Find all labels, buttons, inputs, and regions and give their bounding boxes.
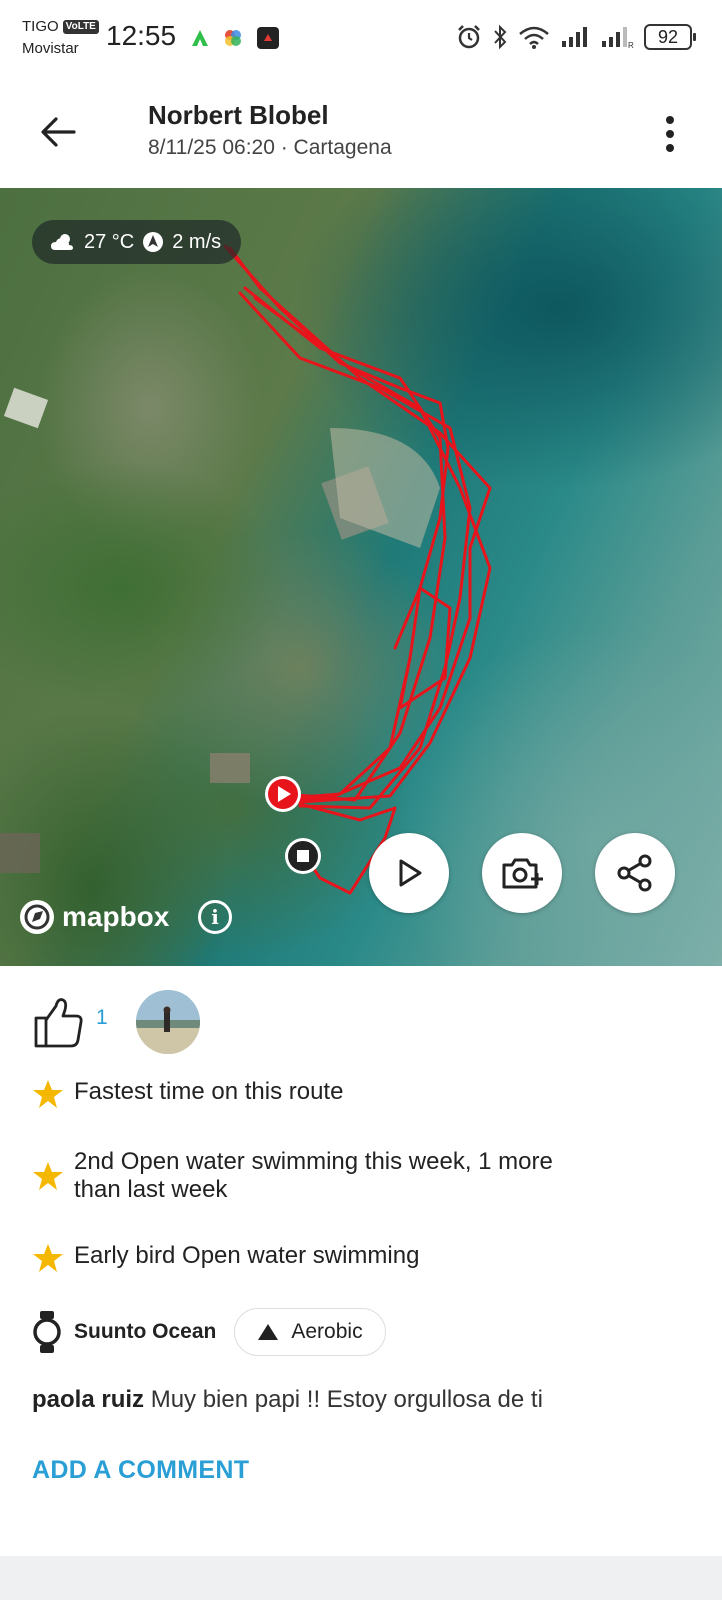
comment-text: Muy bien papi !! Estoy orgullosa de ti xyxy=(150,1386,543,1413)
system-icons: R 92 xyxy=(456,24,696,50)
achievement-text: Fastest time on this route xyxy=(74,1078,344,1105)
back-button[interactable] xyxy=(34,108,82,156)
more-options-button[interactable] xyxy=(658,110,682,158)
watch-icon xyxy=(33,1311,61,1353)
camera-plus-icon xyxy=(502,858,543,889)
play-route-button[interactable] xyxy=(369,833,449,913)
youtube-notification-icon xyxy=(257,27,279,49)
avatar[interactable] xyxy=(136,990,200,1054)
workout-details: 1 Fastest time on this route 2nd Open wa… xyxy=(0,966,722,1556)
comment-author[interactable]: paola ruiz xyxy=(32,1386,144,1413)
share-button[interactable] xyxy=(595,833,675,913)
comment-item: paola ruiz Muy bien papi !! Estoy orgull… xyxy=(32,1386,543,1414)
signal-icon-1 xyxy=(562,27,587,47)
status-bar: TIGO VoLTE Movistar 12:55 R 92 xyxy=(0,0,722,80)
battery-indicator: 92 xyxy=(644,24,696,50)
dot-icon xyxy=(666,116,674,124)
achievement-text: 2nd Open water swimming this week, 1 mor… xyxy=(74,1148,553,1204)
achievement-item: Early bird Open water swimming xyxy=(32,1242,419,1274)
volte-badge: VoLTE xyxy=(62,20,99,34)
play-icon xyxy=(399,859,422,887)
notification-icons xyxy=(190,26,280,50)
page-title[interactable]: Norbert Blobel xyxy=(148,100,329,131)
route-end-marker xyxy=(285,838,321,874)
star-icon xyxy=(33,1080,63,1108)
share-icon xyxy=(617,854,652,892)
training-effect-chip[interactable]: Aerobic xyxy=(234,1308,386,1356)
route-start-marker xyxy=(265,776,301,812)
app-notification-icon xyxy=(192,30,208,46)
achievement-item: 2nd Open water swimming this week, 1 mor… xyxy=(32,1148,553,1204)
mapbox-logo-icon xyxy=(20,900,54,934)
photos-notification-icon xyxy=(225,30,241,46)
feed-background xyxy=(0,1556,722,1600)
weather-chip: 27 °C 2 m/s xyxy=(32,220,242,264)
dot-icon xyxy=(666,130,674,138)
add-photo-button[interactable] xyxy=(482,833,562,913)
signal-icon-2: R xyxy=(602,27,634,49)
route-map[interactable]: 27 °C 2 m/s mapbox i xyxy=(0,188,722,966)
wind-speed: 2 m/s xyxy=(172,230,222,253)
avatar-photo xyxy=(136,990,200,1054)
app-header: Norbert Blobel 8/11/25 06:20 · Cartagena xyxy=(0,80,722,188)
carrier-info: TIGO VoLTE Movistar xyxy=(22,16,99,60)
wifi-icon xyxy=(519,26,549,49)
like-count[interactable]: 1 xyxy=(96,1006,108,1030)
star-icon xyxy=(33,1162,63,1190)
achievement-text: Early bird Open water swimming xyxy=(74,1242,420,1269)
achievement-text-line-1: 2nd Open water swimming this week, 1 mor… xyxy=(74,1148,553,1175)
star-icon xyxy=(33,1244,63,1272)
carrier-name-2: Movistar xyxy=(22,40,79,57)
weather-temperature: 27 °C xyxy=(84,230,135,253)
bluetooth-icon xyxy=(494,24,507,50)
dot-icon xyxy=(666,144,674,152)
cloud-sun-icon xyxy=(51,234,73,250)
thumbs-up-icon xyxy=(34,998,83,1048)
workout-date-location: 8/11/25 06:20 · Cartagena xyxy=(148,136,392,159)
mapbox-label: mapbox xyxy=(62,901,170,932)
info-icon[interactable]: i xyxy=(198,900,232,934)
device-row: Suunto Ocean Aerobic xyxy=(32,1308,386,1356)
triangle-icon xyxy=(258,1324,279,1340)
training-effect-label: Aerobic xyxy=(291,1320,363,1343)
device-name[interactable]: Suunto Ocean xyxy=(74,1320,216,1344)
carrier-name-1: TIGO xyxy=(22,18,59,35)
wind-direction-icon xyxy=(143,232,164,252)
svg-text:R: R xyxy=(628,41,634,49)
mapbox-attribution[interactable]: mapbox xyxy=(18,898,169,936)
add-comment-button[interactable]: ADD A COMMENT xyxy=(32,1456,249,1485)
arrow-left-icon xyxy=(41,117,76,147)
achievement-text-line-2: than last week xyxy=(74,1176,228,1203)
achievement-item: Fastest time on this route xyxy=(32,1078,343,1110)
alarm-icon xyxy=(458,25,480,49)
like-button[interactable] xyxy=(30,994,86,1050)
status-clock: 12:55 xyxy=(106,20,177,51)
